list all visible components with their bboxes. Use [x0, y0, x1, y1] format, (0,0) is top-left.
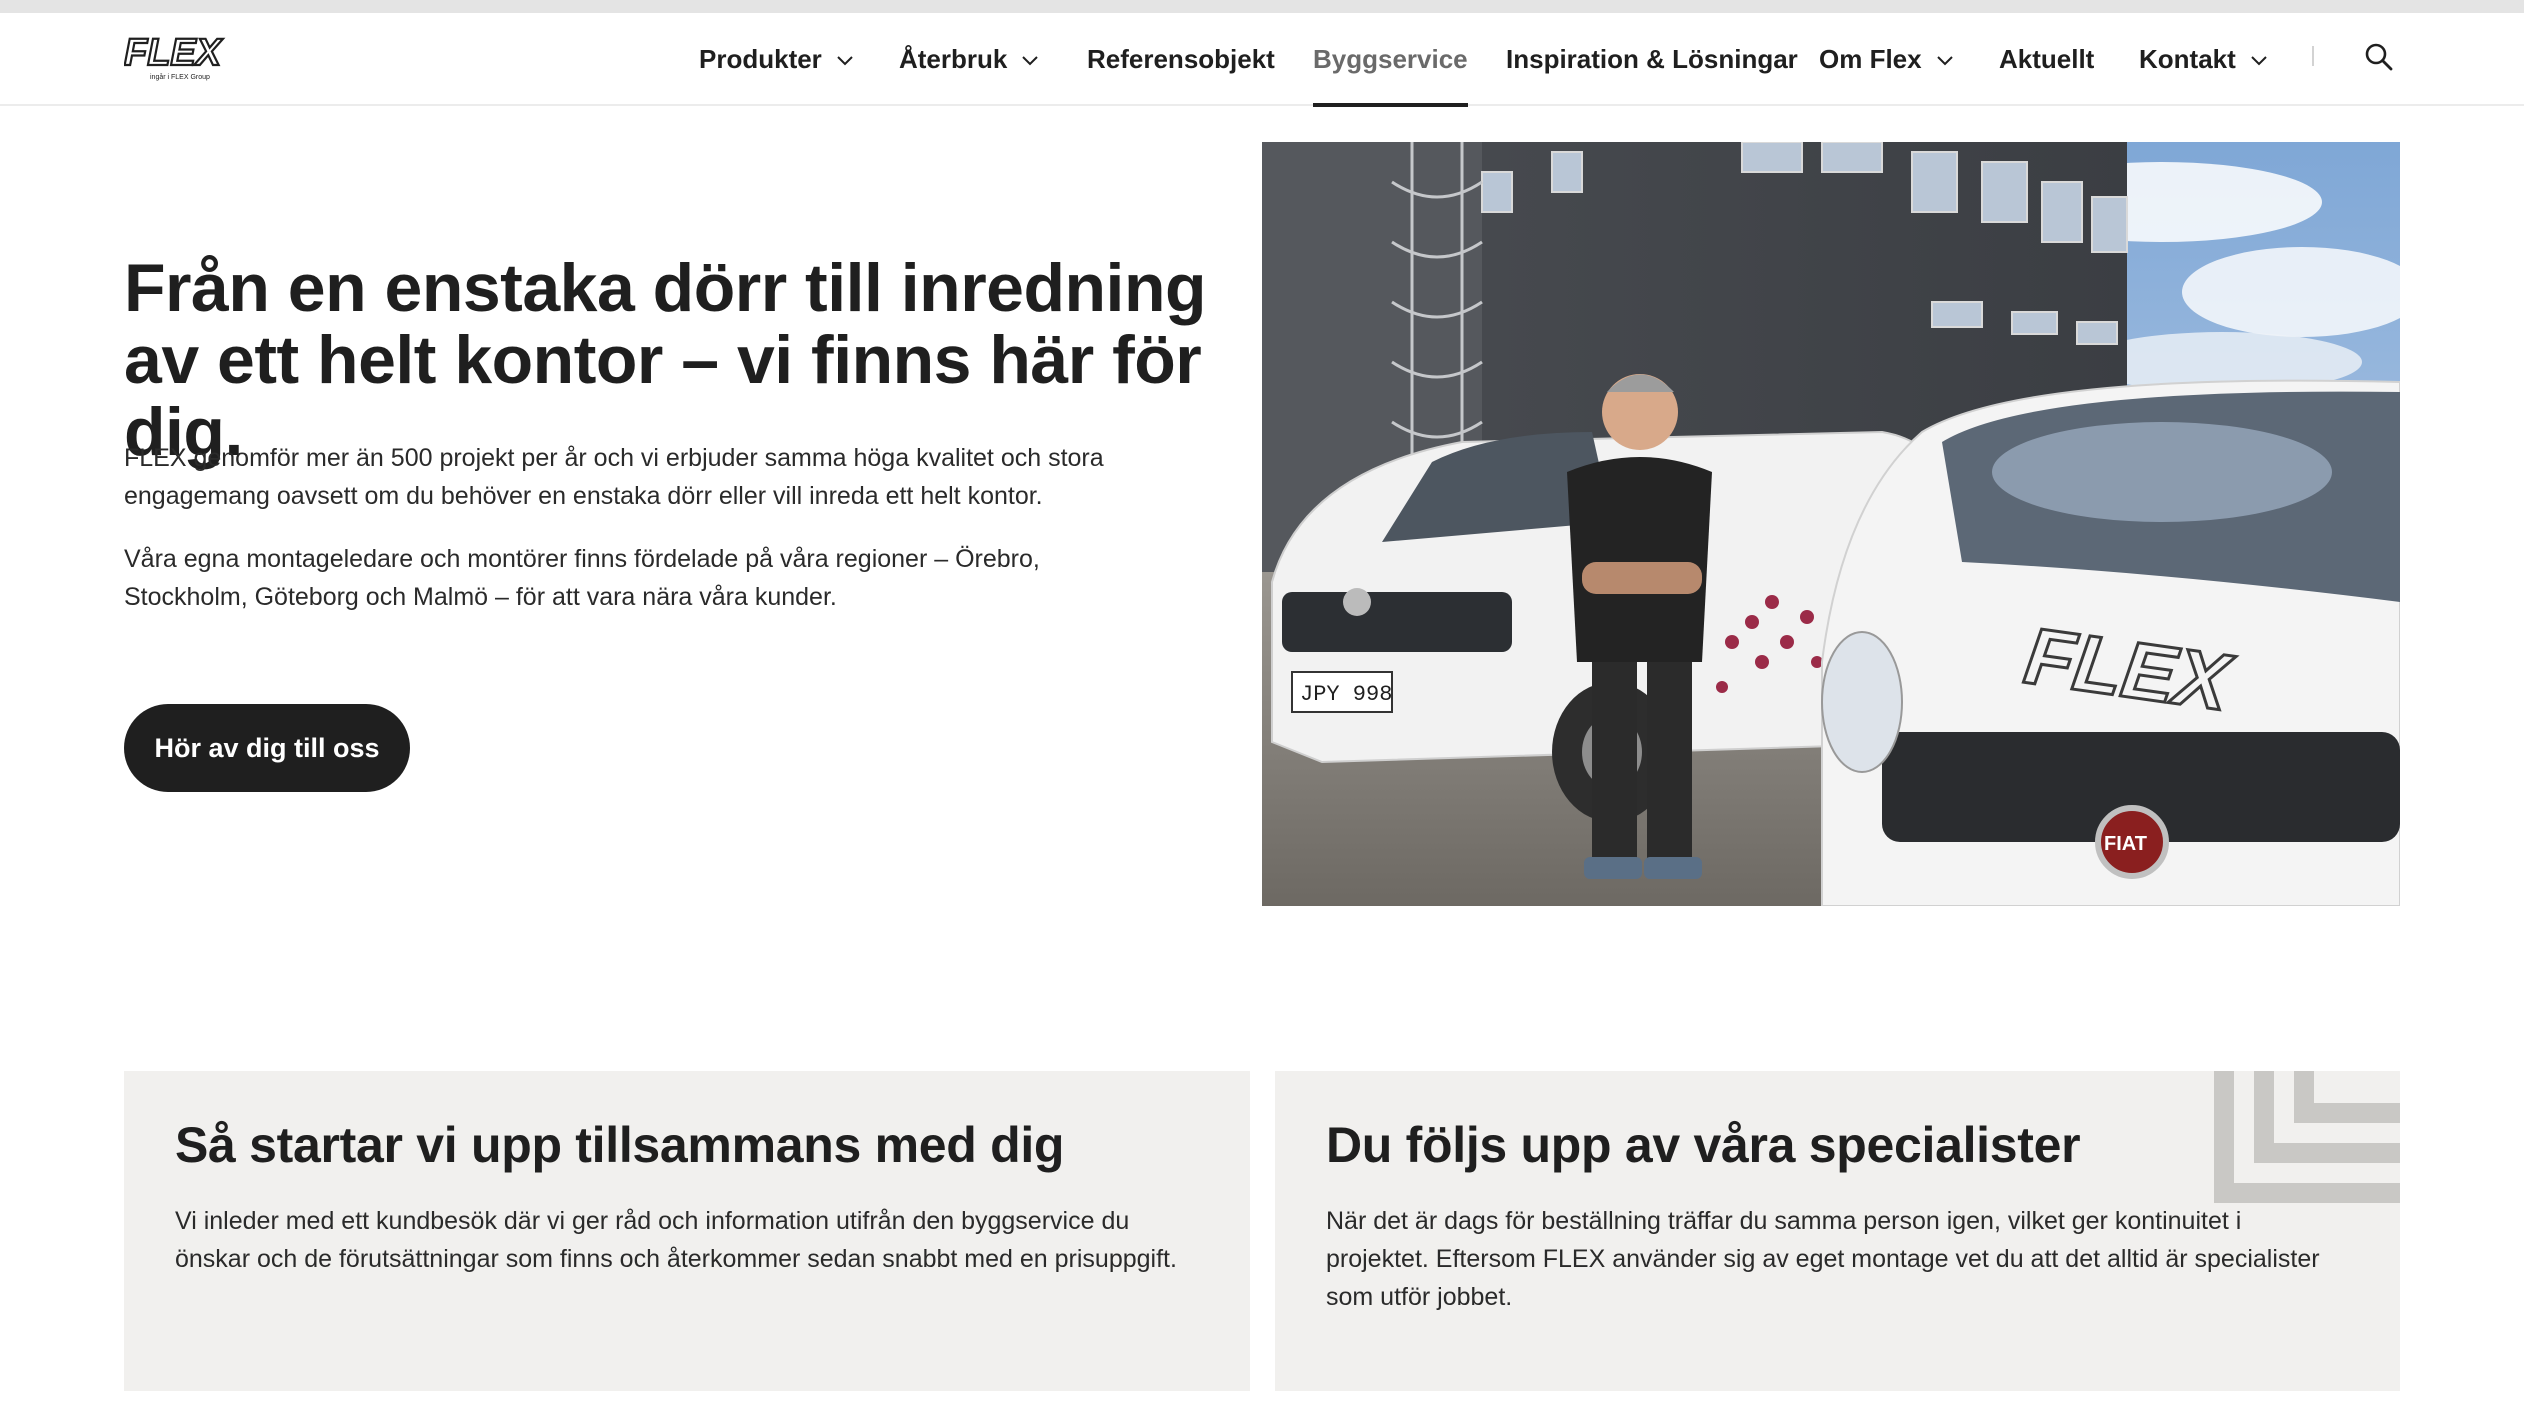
nav-item-referensobjekt[interactable]: Referensobjekt — [1087, 13, 1275, 106]
svg-text:JPY 998: JPY 998 — [1300, 682, 1392, 707]
card-title: Så startar vi upp tillsammans med dig — [175, 1117, 1065, 1173]
chevron-down-icon — [2251, 55, 2267, 65]
nav-item-aktuellt[interactable]: Aktuellt — [1999, 13, 2094, 106]
info-card: Du följs upp av våra specialister När de… — [1275, 1071, 2400, 1391]
site-header: FLEX ingår i FLEX Group Produkter Återbr… — [0, 13, 2524, 107]
nav-item-om-flex[interactable]: Om Flex — [1819, 13, 1954, 106]
nav-item-label: Referensobjekt — [1087, 44, 1275, 74]
chevron-down-icon — [1936, 55, 1953, 65]
hero-paragraph: FLEX genomför mer än 500 projekt per år … — [124, 444, 1104, 510]
card-text: Vi inleder med ett kundbesök där vi ger … — [175, 1207, 1177, 1273]
svg-text:FIAT: FIAT — [2104, 833, 2147, 855]
nav-item-label: Om Flex — [1819, 44, 1922, 74]
nav-item-label: Kontakt — [2139, 44, 2236, 74]
chevron-down-icon — [1022, 55, 1039, 65]
nav-item-label: Produkter — [699, 44, 822, 74]
nav-item-label: Återbruk — [899, 44, 1008, 74]
nav-item-byggservice[interactable]: Byggservice — [1313, 13, 1468, 107]
corner-pattern-icon — [2214, 1071, 2400, 1203]
nav-item-aterbruk[interactable]: Återbruk — [899, 13, 1039, 106]
hero-photo: JPY 998 FIAT FLEX — [1262, 142, 2400, 906]
nav-item-label: Byggservice — [1313, 44, 1468, 74]
nav-item-label: Aktuellt — [1999, 44, 2095, 74]
card-title: Du följs upp av våra specialister — [1326, 1117, 2081, 1173]
chevron-down-icon — [837, 55, 853, 65]
search-icon[interactable] — [2364, 42, 2394, 72]
contact-cta-button[interactable]: Hör av dig till oss — [124, 704, 410, 792]
nav-item-produkter[interactable]: Produkter — [699, 13, 854, 106]
nav-item-label: Inspiration & Lösningar — [1506, 44, 1798, 74]
nav-divider — [2312, 46, 2314, 66]
info-card: Så startar vi upp tillsammans med dig Vi… — [124, 1071, 1250, 1391]
hero-photo-illustration: JPY 998 FIAT FLEX — [1262, 142, 2400, 906]
nav-item-inspiration[interactable]: Inspiration & Lösningar — [1506, 13, 1798, 106]
card-text: När det är dags för beställning träffar … — [1326, 1207, 2320, 1311]
nav-item-kontakt[interactable]: Kontakt — [2139, 13, 2268, 106]
hero-title: Från en enstaka dörr till inredning av e… — [124, 250, 1207, 470]
main-nav: Produkter Återbruk Referensobjekt Byggse… — [0, 13, 2524, 107]
hero-paragraph: Våra egna montageledare och montörer fin… — [124, 545, 1040, 611]
top-strip — [0, 0, 2524, 13]
